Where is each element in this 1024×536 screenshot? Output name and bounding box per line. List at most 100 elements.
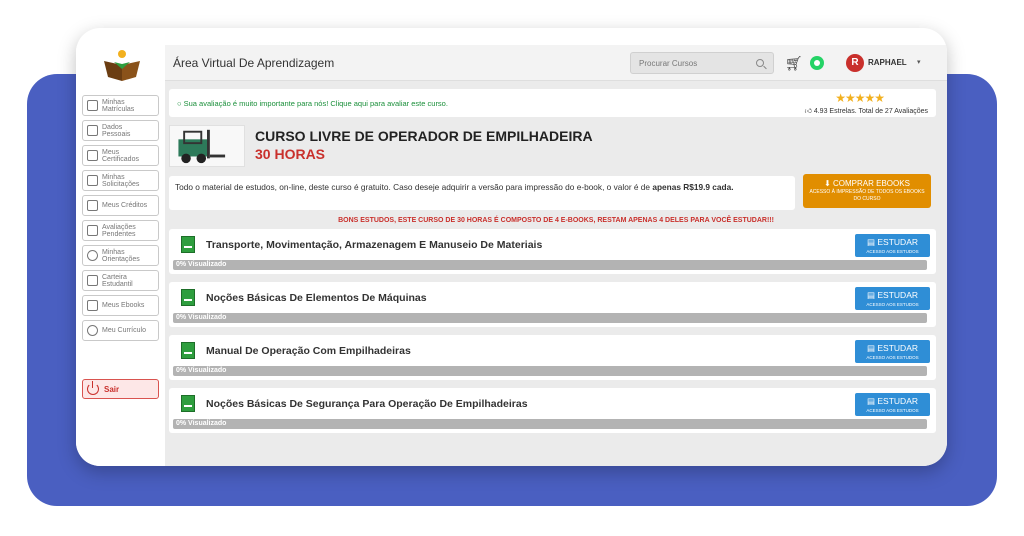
whatsapp-icon[interactable]	[810, 56, 824, 70]
main-content: ○ Sua avaliação é muito importante para …	[165, 81, 947, 466]
progress-label: 0% Visualizado	[176, 367, 227, 374]
course-hours: 30 HORAS	[255, 146, 326, 162]
sidebar: Minhas Matrículas Dados Pessoais Meus Ce…	[76, 45, 165, 466]
sidebar-item-matriculas[interactable]: Minhas Matrículas	[82, 95, 159, 116]
sidebar-item-creditos[interactable]: Meus Créditos	[82, 195, 159, 216]
sidebar-item-label: Minhas Orientações	[102, 248, 140, 263]
study-sublabel: ACESSO AOS ESTUDOS	[866, 355, 919, 360]
logout-button[interactable]: Sair	[82, 379, 159, 399]
book-icon	[181, 395, 195, 412]
study-label-text: ESTUDAR	[877, 343, 919, 353]
sidebar-item-carteira[interactable]: Carteira Estudantil	[82, 270, 159, 291]
search-input[interactable]: Procurar Cursos	[630, 52, 774, 74]
progress-bar: 0% Visualizado	[173, 260, 927, 270]
lightbulb-icon	[87, 250, 98, 261]
buy-sublabel: ACESSO À IMPRESSÃO DE TODOS OS EBOOKS DO…	[809, 189, 925, 202]
search-placeholder: Procurar Cursos	[639, 59, 698, 68]
progress-bar: 0% Visualizado	[173, 419, 927, 429]
info-price: apenas R$19.9 cada.	[652, 182, 734, 192]
book-icon	[181, 236, 195, 253]
sidebar-item-label: Meus Ebooks	[102, 302, 145, 309]
sidebar-item-ebooks[interactable]: Meus Ebooks	[82, 295, 159, 316]
sidebar-item-label: Meus Créditos	[102, 202, 148, 209]
study-button[interactable]: ▤ ESTUDAR ACESSO AOS ESTUDOS	[855, 234, 930, 257]
sidebar-item-orientacoes[interactable]: Minhas Orientações	[82, 245, 159, 266]
rating-summary: 4.93 Estrelas. Total de 27 Avaliações	[813, 108, 928, 115]
study-label: ▤ ESTUDAR	[866, 396, 919, 406]
avatar[interactable]: R	[846, 54, 864, 72]
progress-label: 0% Visualizado	[176, 261, 227, 268]
ebook-card: Manual De Operação Com Empilhadeiras ▤ E…	[169, 335, 936, 380]
study-sublabel: ACESSO AOS ESTUDOS	[866, 249, 919, 254]
course-title: CURSO LIVRE DE OPERADOR DE EMPILHADEIRA	[255, 128, 593, 144]
study-notice: BONS ESTUDOS, ESTE CURSO DE 30 HORAS É C…	[338, 217, 774, 224]
study-button[interactable]: ▤ ESTUDAR ACESSO AOS ESTUDOS	[855, 393, 930, 416]
progress-bar: 0% Visualizado	[173, 366, 927, 376]
sidebar-item-label: Minhas Solicitações	[102, 173, 140, 188]
progress-bar: 0% Visualizado	[173, 313, 927, 323]
user-name[interactable]: RAPHAEL	[868, 58, 907, 67]
sidebar-item-label: Dados Pessoais	[102, 123, 131, 138]
study-label-text: ESTUDAR	[877, 290, 919, 300]
ebook-card: Noções Básicas De Segurança Para Operaçã…	[169, 388, 936, 433]
sidebar-item-curriculo[interactable]: Meu Currículo	[82, 320, 159, 341]
buy-ebooks-button[interactable]: ⬇︎ COMPRAR EBOOKS ACESSO À IMPRESSÃO DE …	[803, 174, 931, 208]
app: Minhas Matrículas Dados Pessoais Meus Ce…	[76, 45, 947, 466]
forklift-thumbnail	[169, 125, 245, 167]
sidebar-item-label: Avaliações Pendentes	[102, 223, 136, 238]
sidebar-item-label: Minhas Matrículas	[102, 98, 135, 113]
rating-text: 👍︎ 4.93 Estrelas. Total de 27 Avaliações	[804, 108, 928, 115]
study-label: ▤ ESTUDAR	[866, 290, 919, 300]
buy-label: ⬇︎ COMPRAR EBOOKS	[824, 179, 910, 188]
user-icon	[87, 325, 98, 336]
logout-label: Sair	[104, 384, 120, 394]
cart-icon[interactable]: 🛒︎	[785, 56, 803, 70]
ebook-title: Transporte, Movimentação, Armazenagem E …	[206, 239, 543, 251]
evaluation-link[interactable]: ○ Sua avaliação é muito importante para …	[177, 99, 448, 108]
chevron-down-icon[interactable]: ▾	[917, 58, 921, 66]
credits-icon	[87, 200, 98, 211]
info-card: Todo o material de estudos, on-line, des…	[169, 176, 795, 210]
stage: Minhas Matrículas Dados Pessoais Meus Ce…	[0, 0, 1024, 536]
power-icon	[87, 381, 99, 395]
cart-icon	[87, 175, 98, 186]
ebook-title: Manual De Operação Com Empilhadeiras	[206, 345, 411, 357]
book-icon	[181, 342, 195, 359]
study-sublabel: ACESSO AOS ESTUDOS	[866, 408, 919, 413]
browser-window: Minhas Matrículas Dados Pessoais Meus Ce…	[76, 28, 947, 466]
sidebar-item-solicitacoes[interactable]: Minhas Solicitações	[82, 170, 159, 191]
progress-label: 0% Visualizado	[176, 314, 227, 321]
buy-label-text: COMPRAR EBOOKS	[833, 179, 910, 188]
ebook-icon	[87, 300, 98, 311]
study-label: ▤ ESTUDAR	[866, 343, 919, 353]
sidebar-item-avaliacoes[interactable]: Avaliações Pendentes	[82, 220, 159, 241]
sidebar-item-certificados[interactable]: Meus Certificados	[82, 145, 159, 166]
sidebar-item-label: Meu Currículo	[102, 327, 146, 334]
ebook-card: Noções Básicas De Elementos De Máquinas …	[169, 282, 936, 327]
progress-label: 0% Visualizado	[176, 420, 227, 427]
evaluation-message[interactable]: Sua avaliação é muito importante para nó…	[184, 99, 448, 108]
study-label: ▤ ESTUDAR	[866, 237, 919, 247]
study-sublabel: ACESSO AOS ESTUDOS	[866, 302, 919, 307]
page-title: Área Virtual De Aprendizagem	[173, 56, 335, 70]
study-label-text: ESTUDAR	[877, 396, 919, 406]
certificate-icon	[87, 150, 98, 161]
study-label-text: ESTUDAR	[877, 237, 919, 247]
book-icon	[181, 289, 195, 306]
logo-icon	[104, 50, 140, 81]
rating-stars: ★★★★★	[835, 91, 885, 105]
top-header: Área Virtual De Aprendizagem Procurar Cu…	[165, 45, 947, 81]
ebook-card: Transporte, Movimentação, Armazenagem E …	[169, 229, 936, 274]
id-card-icon	[87, 125, 98, 136]
search-icon[interactable]	[756, 59, 764, 67]
ebook-title: Noções Básicas De Segurança Para Operaçã…	[206, 398, 528, 410]
info-text: Todo o material de estudos, on-line, des…	[175, 182, 653, 192]
study-button[interactable]: ▤ ESTUDAR ACESSO AOS ESTUDOS	[855, 340, 930, 363]
sidebar-item-label: Meus Certificados	[102, 148, 139, 163]
calendar-icon	[87, 100, 98, 111]
ebook-title: Noções Básicas De Elementos De Máquinas	[206, 292, 427, 304]
sidebar-item-dados-pessoais[interactable]: Dados Pessoais	[82, 120, 159, 141]
study-button[interactable]: ▤ ESTUDAR ACESSO AOS ESTUDOS	[855, 287, 930, 310]
evaluation-banner[interactable]: ○ Sua avaliação é muito importante para …	[169, 89, 936, 117]
wallet-icon	[87, 275, 98, 286]
